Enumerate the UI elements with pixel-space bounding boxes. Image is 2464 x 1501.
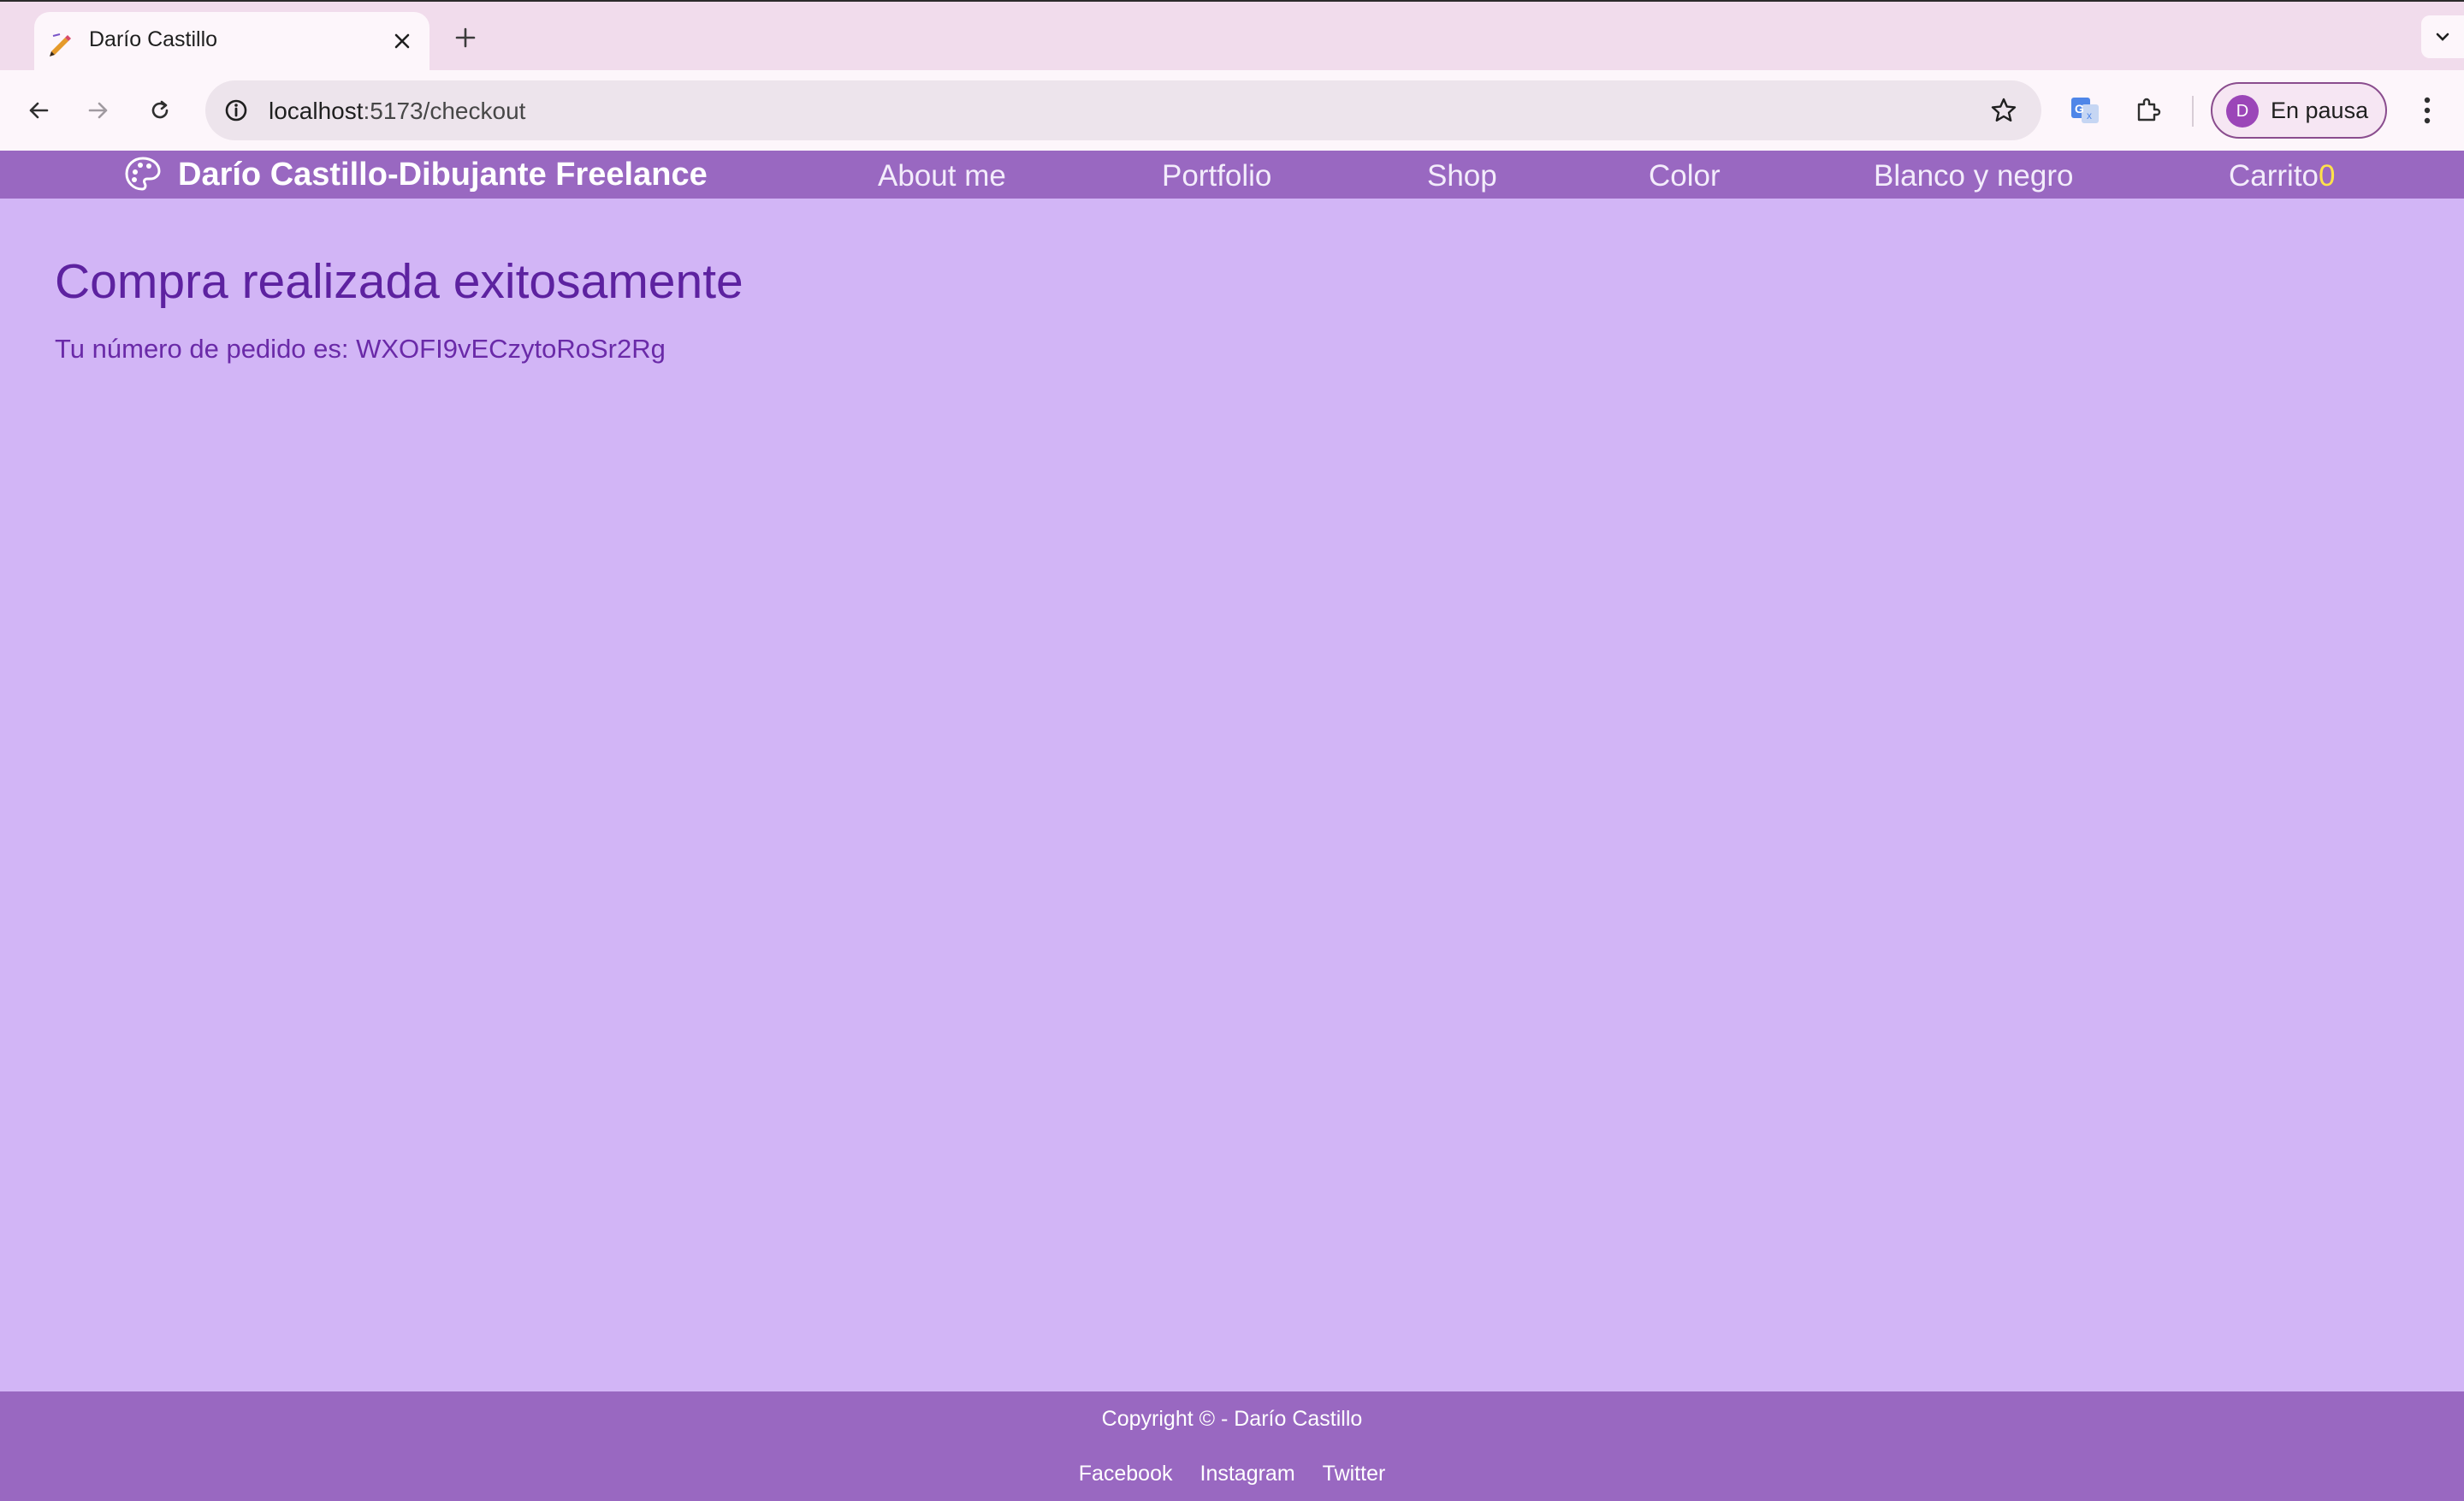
page-title: Compra realizada exitosamente <box>55 254 743 309</box>
browser-menu-button[interactable] <box>2406 89 2449 132</box>
site-info-button[interactable] <box>217 92 255 129</box>
cart-count-badge: 0 <box>2319 159 2336 193</box>
profile-status: En pausa <box>2271 98 2369 123</box>
order-number-text: Tu número de pedido es: WXOFI9vECzytoRoS… <box>55 334 666 364</box>
url-path: :5173/checkout <box>363 98 526 124</box>
new-tab-button[interactable] <box>447 19 484 56</box>
close-icon <box>394 33 410 49</box>
chevron-down-icon <box>2436 33 2449 41</box>
arrow-right-icon <box>88 102 108 119</box>
brand-link[interactable]: Darío Castillo-Dibujante Freelance <box>123 155 708 194</box>
facebook-link[interactable]: Facebook <box>1079 1462 1173 1486</box>
instagram-link[interactable]: Instagram <box>1200 1462 1295 1486</box>
address-bar[interactable]: localhost:5173/checkout <box>205 80 2041 140</box>
toolbar-divider <box>2192 96 2194 127</box>
close-tab-button[interactable] <box>385 24 419 58</box>
star-icon <box>1991 98 2017 122</box>
pencil-icon <box>50 33 71 56</box>
svg-text:G: G <box>2075 102 2084 116</box>
site-footer: Copyright © - Darío Castillo Facebook In… <box>0 1391 2464 1501</box>
browser-tab[interactable]: Darío Castillo <box>34 12 429 72</box>
checkout-result: Compra realizada exitosamente Tu número … <box>55 253 743 365</box>
browser-tabstrip: Darío Castillo <box>0 0 2464 72</box>
reload-button[interactable] <box>139 89 181 132</box>
social-links: Facebook Instagram Twitter <box>0 1462 2464 1486</box>
profile-button[interactable]: D En pausa <box>2211 82 2387 139</box>
tab-title: Darío Castillo <box>89 27 218 51</box>
kebab-icon <box>2424 97 2431 124</box>
svg-text:x: x <box>2087 110 2092 122</box>
twitter-link[interactable]: Twitter <box>1323 1462 1386 1486</box>
puzzle-icon <box>2137 98 2161 122</box>
nav-link-cart[interactable]: Carrito0 <box>2229 159 2336 193</box>
palette-icon <box>125 157 161 191</box>
nav-link-color[interactable]: Color <box>1649 159 1721 193</box>
nav-link-portfolio[interactable]: Portfolio <box>1162 159 1271 193</box>
cart-label: Carrito <box>2229 159 2319 193</box>
forward-button[interactable] <box>77 89 120 132</box>
copyright-text: Copyright © - Darío Castillo <box>1101 1407 1363 1431</box>
bookmark-button[interactable] <box>1985 92 2023 129</box>
url-text[interactable]: localhost:5173/checkout <box>269 98 525 125</box>
translate-icon: G x <box>2071 98 2099 123</box>
plus-icon <box>455 27 476 48</box>
tab-search-button[interactable] <box>2421 15 2464 58</box>
nav-link-shop[interactable]: Shop <box>1427 159 1497 193</box>
avatar: D <box>2226 95 2259 128</box>
reload-icon <box>151 100 169 119</box>
brand-name: Darío Castillo-Dibujante Freelance <box>178 156 708 193</box>
browser-toolbar: localhost:5173/checkout G x D En pausa <box>0 70 2464 151</box>
url-host: localhost <box>269 98 364 124</box>
back-button[interactable] <box>17 89 60 132</box>
info-icon <box>225 99 247 122</box>
nav-link-blanco-y-negro[interactable]: Blanco y negro <box>1874 159 2073 193</box>
translate-button[interactable]: G x <box>2064 89 2106 132</box>
arrow-left-icon <box>29 102 49 119</box>
extensions-button[interactable] <box>2127 89 2170 132</box>
nav-link-about[interactable]: About me <box>878 159 1006 193</box>
site-navbar: Darío Castillo-Dibujante Freelance About… <box>0 151 2464 199</box>
